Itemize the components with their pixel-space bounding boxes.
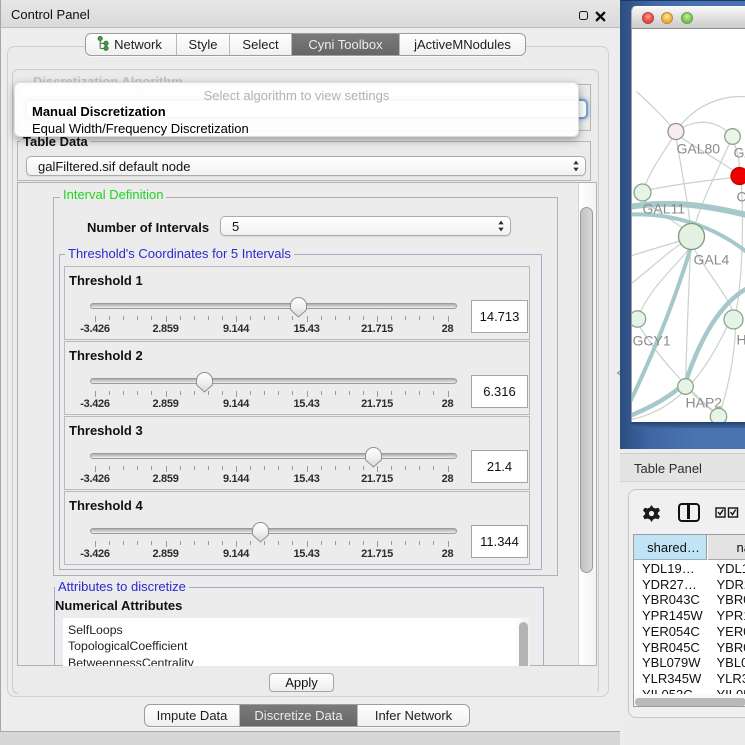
svg-text:GAL80: GAL80 [677, 141, 721, 157]
svg-text:GAL4: GAL4 [694, 252, 730, 268]
svg-text:GAL11: GAL11 [643, 201, 686, 217]
svg-text:HAP2: HAP2 [686, 395, 723, 411]
svg-text:H: H [737, 332, 745, 348]
svg-text:GA: GA [734, 145, 745, 161]
svg-text:C: C [737, 189, 745, 205]
svg-text:GCY1: GCY1 [633, 333, 671, 349]
